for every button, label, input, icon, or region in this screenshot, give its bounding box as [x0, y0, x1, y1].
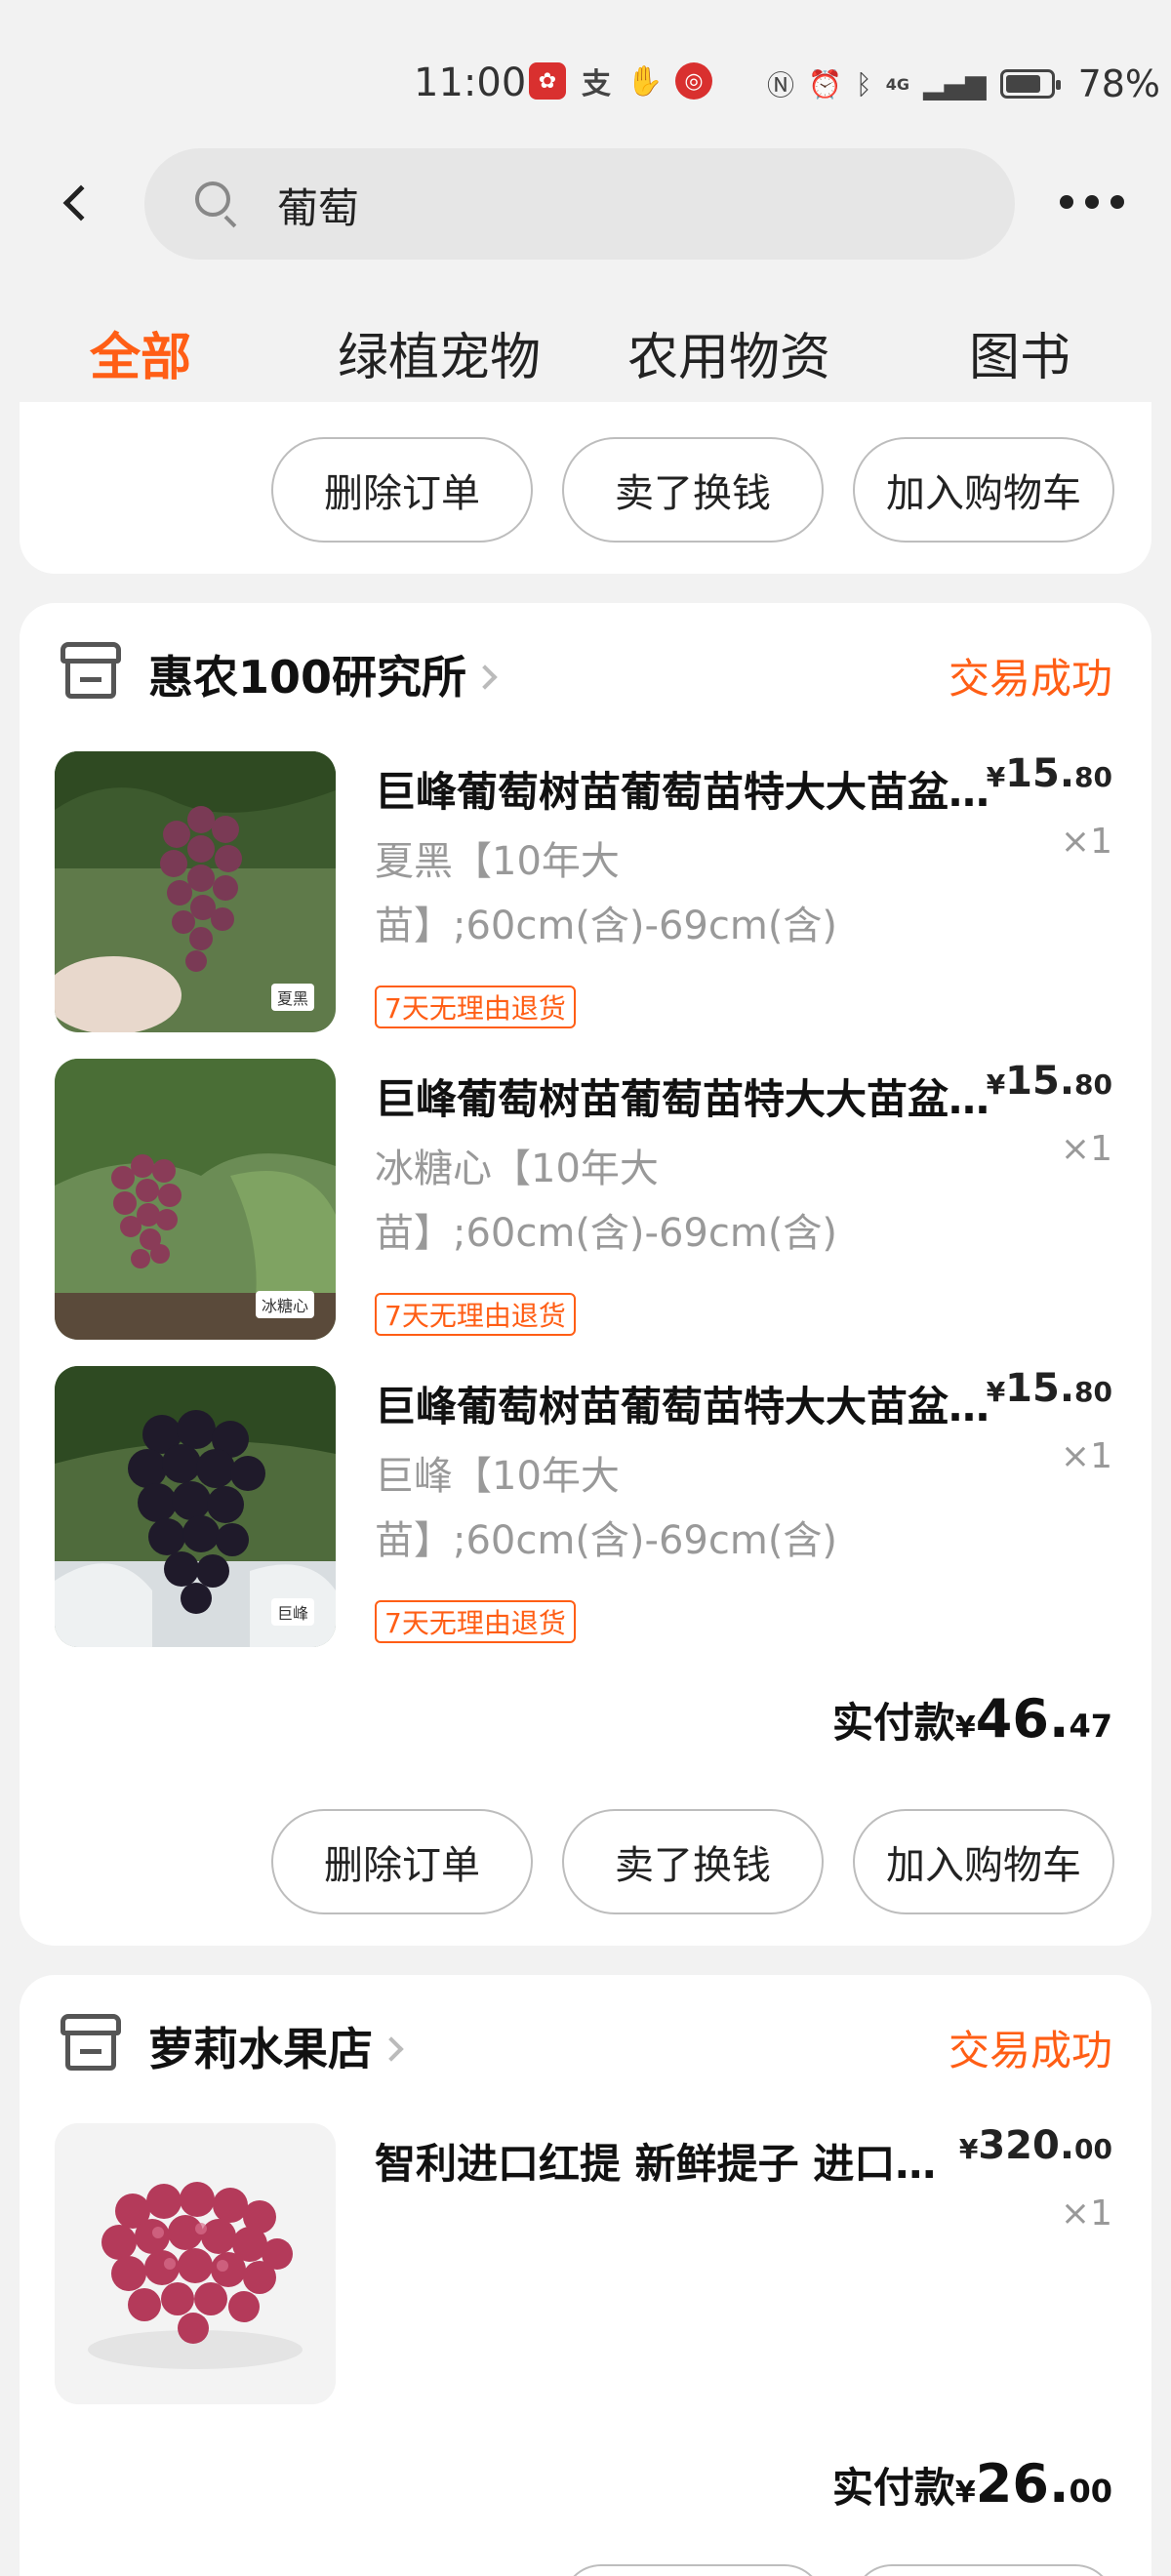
- variant-label: 冰糖心: [255, 1291, 314, 1318]
- store-icon: [61, 642, 121, 699]
- order-status: 交易成功: [948, 2027, 1112, 2074]
- search-query: 葡萄: [277, 184, 360, 232]
- resell-button[interactable]: 卖了换钱: [562, 437, 824, 543]
- notification-icons: ✿ 支 ✋ ◎: [529, 62, 712, 101]
- product-price: ¥320.00: [958, 2123, 1112, 2168]
- product-image: 巨峰: [55, 1366, 336, 1647]
- chevron-right-icon: [379, 2035, 404, 2062]
- order-item[interactable]: 冰糖心 巨峰葡萄树苗葡萄苗特大大苗盆栽地栽 冰糖心【10年大苗】;60cm(含)…: [20, 1059, 1151, 1351]
- more-dot-icon: [1110, 195, 1124, 209]
- return-policy-badge: 7天无理由退货: [375, 1600, 576, 1643]
- hand-icon: ✋: [626, 63, 664, 99]
- return-policy-badge: 7天无理由退货: [375, 986, 576, 1028]
- more-options-button[interactable]: [1060, 195, 1124, 209]
- chevron-right-icon: [472, 664, 498, 690]
- product-spec: 冰糖心【10年大苗】;60cm(含)-69cm(含): [375, 1147, 838, 1256]
- return-policy-badge: 7天无理由退货: [375, 1293, 576, 1336]
- product-price: ¥15.80: [986, 1059, 1112, 1104]
- tab-books[interactable]: 图书: [969, 316, 1070, 389]
- tab-plants-pets[interactable]: 绿植宠物: [338, 316, 541, 389]
- tab-all[interactable]: 全部: [90, 316, 191, 389]
- more-dot-icon: [1060, 195, 1073, 209]
- order-status: 交易成功: [948, 655, 1112, 703]
- order-item[interactable]: 夏黑 巨峰葡萄树苗葡萄苗特大大苗盆栽地栽 夏黑【10年大苗】;60cm(含)-6…: [20, 751, 1151, 1044]
- product-price: ¥15.80: [986, 1366, 1112, 1411]
- product-quantity: ×1: [1060, 1436, 1112, 1476]
- store-name-link[interactable]: 萝莉水果店: [148, 2014, 404, 2078]
- order-card-previous: 删除订单 卖了换钱 加入购物车: [20, 402, 1151, 574]
- bluetooth-icon: ᛒ: [855, 67, 872, 101]
- alarm-icon: ⏰: [808, 67, 842, 101]
- product-image: 冰糖心: [55, 1059, 336, 1340]
- tab-farm-supplies[interactable]: 农用物资: [627, 316, 830, 389]
- search-icon: [195, 181, 238, 228]
- product-image: 夏黑: [55, 751, 336, 1032]
- order-item[interactable]: 智利进口红提 新鲜提子 进口水果 ¥320.00 ×1: [20, 2123, 1151, 2416]
- order-total: 实付款¥46.47: [831, 1688, 1112, 1750]
- order-total: 实付款¥26.00: [831, 2453, 1112, 2515]
- variant-label: 夏黑: [270, 984, 314, 1011]
- battery-level: 78%: [1077, 62, 1161, 105]
- product-quantity: ×1: [1060, 2194, 1112, 2234]
- status-time: 11:00: [414, 60, 527, 105]
- product-title: 巨峰葡萄树苗葡萄苗特大大苗盆栽地栽: [375, 768, 1009, 816]
- resell-button[interactable]: 卖了换钱: [562, 1809, 824, 1914]
- more-dot-icon: [1085, 195, 1099, 209]
- add-to-cart-button-partial[interactable]: [853, 2564, 1114, 2576]
- product-quantity: ×1: [1060, 822, 1112, 862]
- product-price: ¥15.80: [986, 751, 1112, 796]
- add-to-cart-button[interactable]: 加入购物车: [853, 1809, 1114, 1914]
- alipay-icon: 支: [582, 67, 611, 101]
- back-chevron-icon: [62, 184, 100, 221]
- delete-order-button[interactable]: 删除订单: [271, 437, 533, 543]
- signal-icon: ▂▄▆: [922, 67, 987, 101]
- product-quantity: ×1: [1060, 1129, 1112, 1169]
- back-button[interactable]: [57, 172, 100, 234]
- delete-order-button[interactable]: 删除订单: [271, 1809, 533, 1914]
- product-image: [55, 2123, 336, 2404]
- add-to-cart-button[interactable]: 加入购物车: [853, 437, 1114, 543]
- search-input[interactable]: 葡萄: [144, 148, 1015, 260]
- order-card: 萝莉水果店 交易成功 智利进口红提 新鲜提子 进口水果 ¥320.00 ×1 实…: [20, 1975, 1151, 2576]
- order-card: 惠农100研究所 交易成功 夏黑 巨峰葡萄树苗葡萄苗特大大苗盆栽地栽 夏黑【10…: [20, 603, 1151, 1946]
- order-item[interactable]: 巨峰 巨峰葡萄树苗葡萄苗特大大苗盆栽地栽 巨峰【10年大苗】;60cm(含)-6…: [20, 1366, 1151, 1659]
- system-icons: Ⓝ ⏰ ᛒ 4G ▂▄▆ 78%: [767, 62, 1160, 105]
- product-spec: 巨峰【10年大苗】;60cm(含)-69cm(含): [375, 1454, 838, 1563]
- resell-button-partial[interactable]: [562, 2564, 824, 2576]
- category-tabs: 全部 绿植宠物 农用物资 图书: [0, 306, 1171, 404]
- network-icon: 4G: [885, 74, 909, 94]
- product-title: 智利进口红提 新鲜提子 进口水果: [375, 2140, 960, 2188]
- battery-icon: [999, 69, 1061, 99]
- store-name-link[interactable]: 惠农100研究所: [148, 642, 498, 706]
- product-title: 巨峰葡萄树苗葡萄苗特大大苗盆栽地栽: [375, 1383, 1009, 1430]
- nfc-icon: Ⓝ: [767, 69, 795, 101]
- app-badge-icon: ◎: [675, 62, 712, 100]
- status-bar: 11:00 ✿ 支 ✋ ◎ Ⓝ ⏰ ᛒ 4G ▂▄▆ 78%: [0, 0, 1171, 146]
- store-icon: [61, 2014, 121, 2071]
- product-spec: 夏黑【10年大苗】;60cm(含)-69cm(含): [375, 839, 838, 948]
- app-notification-icon: ✿: [529, 62, 566, 100]
- product-title: 巨峰葡萄树苗葡萄苗特大大苗盆栽地栽: [375, 1075, 1009, 1123]
- variant-label: 巨峰: [270, 1598, 314, 1626]
